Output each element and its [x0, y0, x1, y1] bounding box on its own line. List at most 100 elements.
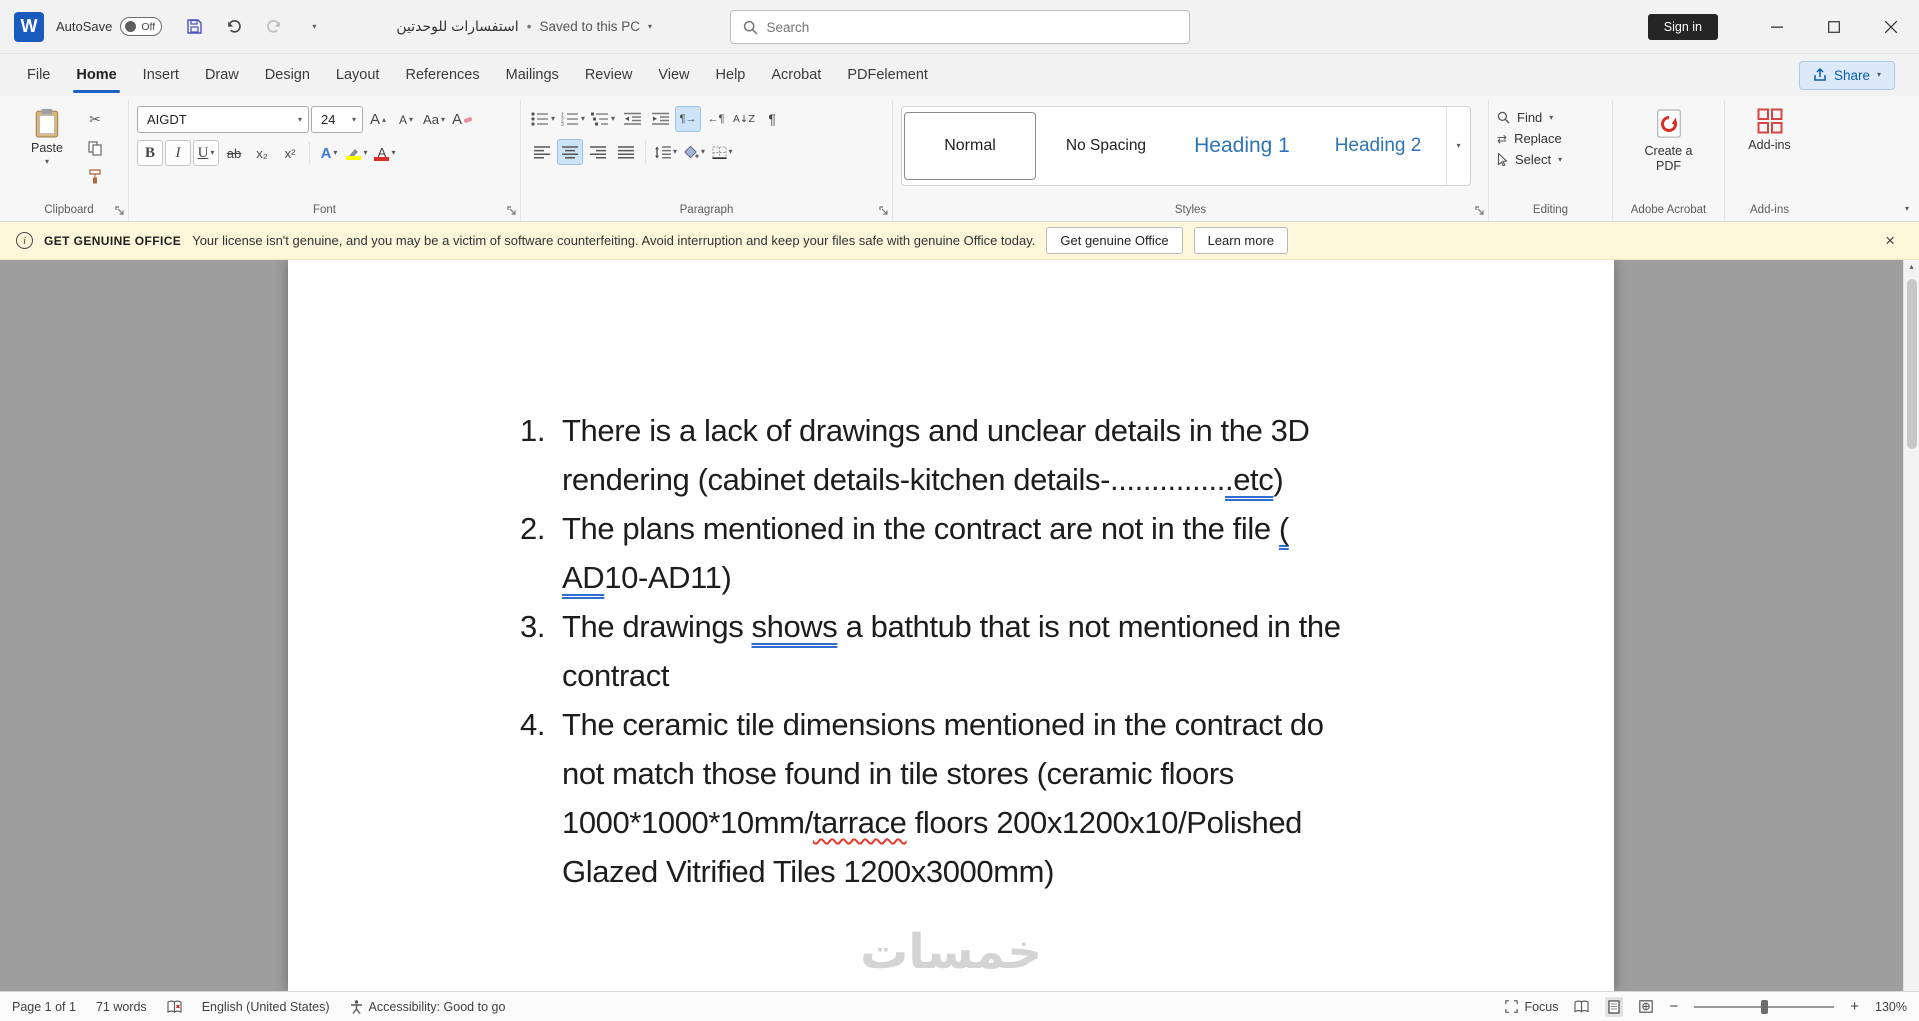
- undo-button[interactable]: [222, 15, 246, 39]
- search-box[interactable]: [729, 10, 1190, 44]
- get-genuine-office-button[interactable]: Get genuine Office: [1046, 227, 1183, 254]
- select-button[interactable]: Select ▾: [1497, 152, 1562, 167]
- zoom-level[interactable]: 130%: [1875, 1000, 1907, 1014]
- multilevel-list-button[interactable]: ▾: [589, 106, 617, 132]
- share-button[interactable]: Share ▾: [1798, 60, 1895, 90]
- text-effects-button[interactable]: A ▾: [316, 140, 342, 166]
- close-button[interactable]: [1862, 0, 1919, 54]
- style-normal[interactable]: Normal: [904, 112, 1036, 180]
- collapse-ribbon-button[interactable]: ▾: [1905, 205, 1909, 213]
- paragraph-dialog-launcher[interactable]: [879, 206, 889, 216]
- style-heading-2[interactable]: Heading 2: [1312, 112, 1444, 180]
- tab-insert[interactable]: Insert: [130, 57, 192, 93]
- zoom-slider-thumb[interactable]: [1761, 999, 1769, 1014]
- paste-button[interactable]: Paste ▾: [18, 106, 76, 166]
- document-page[interactable]: 1. There is a lack of drawings and uncle…: [288, 260, 1614, 991]
- focus-button[interactable]: Focus: [1505, 1000, 1558, 1014]
- font-size-combo[interactable]: 24 ▾: [311, 106, 363, 133]
- tab-help[interactable]: Help: [703, 57, 759, 93]
- proofing-status[interactable]: [167, 1000, 182, 1014]
- zoom-slider[interactable]: [1694, 999, 1835, 1014]
- scroll-up-icon[interactable]: ▴: [1909, 260, 1913, 271]
- document-title-group[interactable]: استفسارات للوحدتين • Saved to this PC ▾: [396, 18, 652, 35]
- superscript-button[interactable]: x²: [277, 140, 303, 166]
- addins-button[interactable]: Add-ins: [1733, 106, 1806, 153]
- page-info[interactable]: Page 1 of 1: [12, 1000, 76, 1014]
- styles-dialog-launcher[interactable]: [1475, 206, 1485, 216]
- copy-button[interactable]: [82, 136, 108, 160]
- numbering-button[interactable]: 123 ▾: [559, 106, 587, 132]
- line-spacing-button[interactable]: ▾: [652, 139, 679, 165]
- change-case-button[interactable]: Aa ▾: [421, 107, 447, 133]
- clipboard-dialog-launcher[interactable]: [115, 206, 125, 216]
- tab-review[interactable]: Review: [572, 57, 646, 93]
- align-right-button[interactable]: [585, 139, 611, 165]
- strikethrough-button[interactable]: ab: [221, 140, 247, 166]
- tab-layout[interactable]: Layout: [323, 57, 393, 93]
- scrollbar-thumb[interactable]: [1906, 279, 1917, 449]
- maximize-button[interactable]: [1805, 0, 1862, 54]
- minimize-button[interactable]: [1748, 0, 1805, 54]
- tab-draw[interactable]: Draw: [192, 57, 252, 93]
- highlight-color-button[interactable]: ▾: [344, 140, 370, 166]
- decrease-indent-button[interactable]: [619, 106, 645, 132]
- clear-formatting-button[interactable]: A: [449, 107, 475, 133]
- sort-button[interactable]: A↓Z: [731, 106, 757, 132]
- read-mode-button[interactable]: [1574, 1000, 1590, 1013]
- rtl-direction-button[interactable]: ←¶: [703, 106, 729, 132]
- bold-button[interactable]: B: [137, 140, 163, 166]
- accessibility-status[interactable]: Accessibility: Good to go: [350, 1000, 505, 1014]
- font-dialog-launcher[interactable]: [507, 206, 517, 216]
- vertical-scrollbar[interactable]: ▴: [1903, 260, 1919, 991]
- tab-home[interactable]: Home: [63, 57, 129, 93]
- increase-indent-button[interactable]: [647, 106, 673, 132]
- borders-button[interactable]: ▾: [709, 139, 735, 165]
- shrink-font-button[interactable]: A ▾: [393, 107, 419, 133]
- web-layout-button[interactable]: [1639, 1000, 1654, 1013]
- cut-button[interactable]: ✂: [82, 108, 108, 132]
- find-button[interactable]: Find ▾: [1497, 110, 1562, 125]
- show-formatting-button[interactable]: ¶: [759, 106, 785, 132]
- redo-button[interactable]: [262, 15, 286, 39]
- numbering-icon: 123: [561, 112, 579, 126]
- create-pdf-button[interactable]: Create a PDF: [1632, 106, 1706, 174]
- style-no-spacing[interactable]: No Spacing: [1040, 112, 1172, 180]
- align-center-button[interactable]: [557, 139, 583, 165]
- grow-font-button[interactable]: A ▴: [365, 107, 391, 133]
- tab-design[interactable]: Design: [252, 57, 323, 93]
- bullets-button[interactable]: ▾: [529, 106, 557, 132]
- replace-button[interactable]: ⇄ Replace: [1497, 131, 1562, 146]
- format-painter-button[interactable]: [82, 164, 108, 188]
- font-name-combo[interactable]: AIGDT ▾: [137, 106, 309, 133]
- tab-acrobat[interactable]: Acrobat: [758, 57, 834, 93]
- tab-references[interactable]: References: [392, 57, 492, 93]
- save-button[interactable]: [182, 15, 206, 39]
- zoom-in-button[interactable]: +: [1850, 998, 1859, 1015]
- banner-close-button[interactable]: ×: [1877, 231, 1903, 251]
- zoom-out-button[interactable]: −: [1669, 998, 1678, 1015]
- style-heading-1[interactable]: Heading 1: [1176, 112, 1308, 180]
- word-count[interactable]: 71 words: [96, 1000, 147, 1014]
- tab-view[interactable]: View: [645, 57, 702, 93]
- autosave-toggle[interactable]: Off: [120, 17, 163, 36]
- subscript-button[interactable]: x₂: [249, 140, 275, 166]
- underline-button[interactable]: U ▾: [193, 140, 219, 166]
- align-left-button[interactable]: [529, 139, 555, 165]
- styles-more-button[interactable]: ▾: [1446, 107, 1470, 185]
- autosave-control[interactable]: AutoSave Off: [56, 17, 163, 36]
- learn-more-button[interactable]: Learn more: [1193, 227, 1289, 254]
- word-logo-icon[interactable]: W: [14, 11, 44, 42]
- search-input[interactable]: [766, 19, 1177, 35]
- tab-mailings[interactable]: Mailings: [493, 57, 572, 93]
- quick-access-customize-button[interactable]: ▾: [302, 15, 326, 39]
- tab-file[interactable]: File: [14, 57, 63, 93]
- sign-in-button[interactable]: Sign in: [1647, 14, 1718, 40]
- italic-button[interactable]: I: [165, 140, 191, 166]
- tab-pdfelement[interactable]: PDFelement: [834, 57, 941, 93]
- ltr-direction-button[interactable]: ¶→: [675, 106, 702, 132]
- shading-button[interactable]: ▾: [681, 139, 707, 165]
- print-layout-button[interactable]: [1605, 996, 1624, 1017]
- language-status[interactable]: English (United States): [202, 1000, 330, 1014]
- justify-button[interactable]: [613, 139, 639, 165]
- font-color-button[interactable]: A ▾: [372, 140, 398, 166]
